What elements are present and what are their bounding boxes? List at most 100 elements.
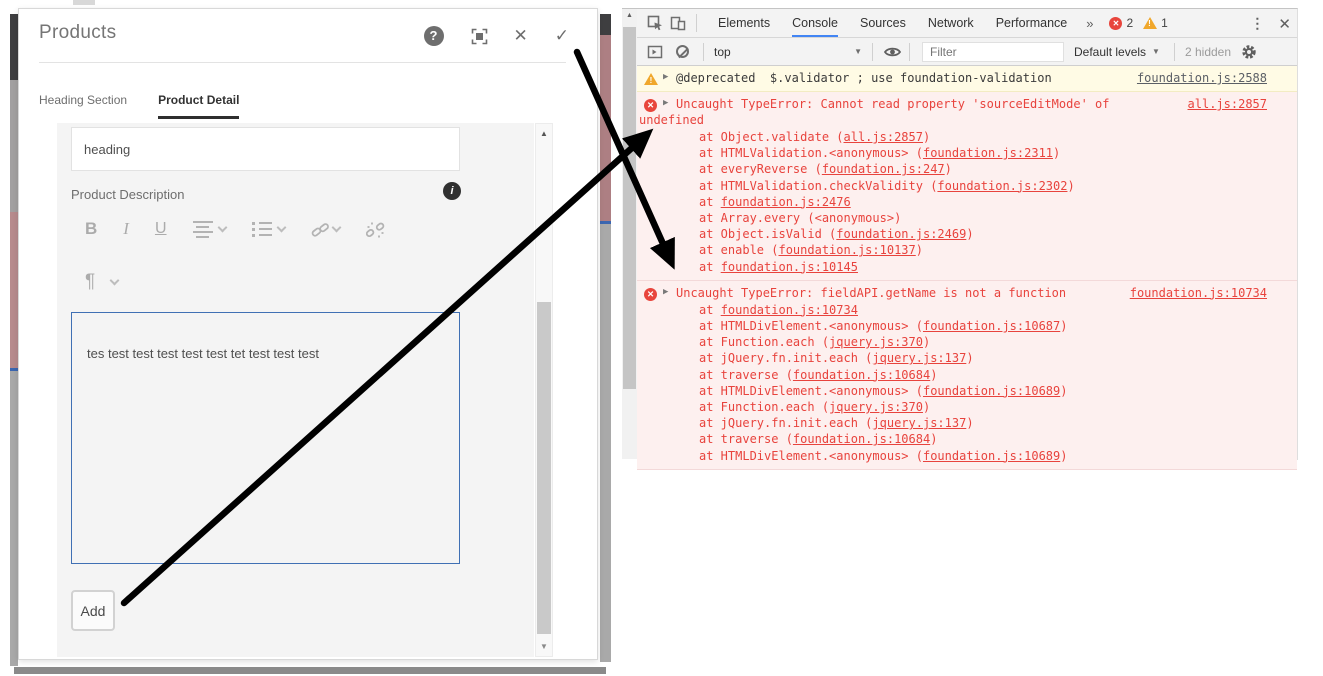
expand-triangle-icon[interactable]: ▶	[663, 98, 668, 108]
stack-source-link[interactable]: jquery.js:370	[829, 335, 923, 349]
stack-frame-text: )	[915, 243, 923, 258]
stack-source-link[interactable]: jquery.js:137	[872, 351, 966, 365]
context-value: top	[714, 44, 731, 59]
tab-elements[interactable]: Elements	[718, 9, 770, 37]
devtools-close-icon[interactable]: ✕	[1278, 15, 1291, 33]
stack-source-link[interactable]: foundation.js:10689	[923, 384, 1060, 398]
filter-input[interactable]	[922, 41, 1064, 62]
close-icon[interactable]: ✕	[514, 27, 528, 45]
stack-frame: at jQuery.fn.init.each (jquery.js:137)	[699, 415, 1147, 431]
stack-frame-text: at HTMLValidation.checkValidity (	[699, 178, 938, 193]
stack-frame: at Object.isValid (foundation.js:2469)	[699, 226, 1147, 242]
tab-heading-section[interactable]: Heading Section	[39, 93, 127, 119]
confirm-icon[interactable]: ✓	[555, 27, 569, 45]
log-levels-dropdown[interactable]: Default levels ▼	[1074, 45, 1160, 59]
devtools-menu-icon[interactable]: ⋮	[1250, 15, 1264, 32]
warning-badge-icon[interactable]: !	[1143, 17, 1158, 29]
expand-triangle-icon[interactable]: ▶	[663, 72, 668, 82]
stack-source-link[interactable]: foundation.js:10689	[923, 449, 1060, 463]
stack-source-link[interactable]: jquery.js:370	[829, 400, 923, 414]
description-editor[interactable]: tes test test test test test tet test te…	[71, 312, 460, 564]
source-link[interactable]: all.js:2857	[1188, 97, 1267, 111]
tab-sources[interactable]: Sources	[860, 9, 906, 37]
stack-source-link[interactable]: foundation.js:10684	[793, 368, 930, 382]
stack-source-link[interactable]: foundation.js:2302	[937, 179, 1067, 193]
error-count: 2	[1126, 16, 1134, 30]
underline-icon[interactable]: U	[155, 220, 167, 238]
stack-source-link[interactable]: all.js:2857	[844, 130, 923, 144]
live-expression-eye-icon[interactable]	[883, 44, 902, 60]
stack-frame-text: )	[930, 432, 938, 447]
source-link[interactable]: foundation.js:10734	[1130, 286, 1267, 300]
stack-frame-text: )	[966, 416, 974, 431]
stack-source-link[interactable]: foundation.js:10687	[923, 319, 1060, 333]
console-drawer-icon[interactable]	[647, 44, 663, 60]
source-link[interactable]: foundation.js:2588	[1137, 71, 1267, 85]
scrollbar-thumb[interactable]	[537, 302, 551, 634]
products-dialog: Products ? ✕ ✓ Heading Section Product D…	[18, 8, 598, 660]
scrollbar-thumb[interactable]	[623, 27, 636, 389]
stack-trace: at foundation.js:10734 at HTMLDivElement.…	[699, 302, 1147, 464]
stack-frame-text: at Function.each (	[699, 335, 830, 350]
scroll-down-icon[interactable]: ▼	[536, 642, 552, 651]
stack-source-link[interactable]: foundation.js:10684	[793, 432, 930, 446]
separator	[872, 42, 873, 61]
stack-frame-text: )	[922, 130, 931, 144]
warning-count: 1	[1161, 16, 1168, 30]
stack-frame: at Function.each (jquery.js:370)	[699, 334, 1147, 350]
info-icon[interactable]: i	[443, 182, 461, 200]
stack-frame: at HTMLDivElement.<anonymous> (foundatio…	[699, 383, 1147, 399]
align-dropdown[interactable]	[192, 220, 227, 238]
devtools-panel: ▲ Elements Console Sources Network Perfo…	[622, 8, 1298, 470]
stack-source-link[interactable]: jquery.js:137	[872, 416, 966, 430]
bold-icon[interactable]: B	[85, 219, 97, 239]
stack-frame-text: at Object.isValid (	[699, 227, 837, 242]
stack-frame-text: at HTMLDivElement.<anonymous> (	[699, 448, 923, 463]
error-icon: ✕	[644, 99, 657, 112]
inspect-icon[interactable]	[647, 15, 663, 31]
tab-performance[interactable]: Performance	[996, 9, 1068, 37]
console-settings-icon[interactable]	[1241, 44, 1257, 60]
console-toolbar: top ▼ Default levels ▼ 2 hidden	[637, 38, 1297, 66]
stack-frame-text: )	[944, 162, 952, 177]
stack-source-link[interactable]: foundation.js:247	[822, 162, 945, 176]
stack-frame: at HTMLDivElement.<anonymous> (foundatio…	[699, 448, 1147, 464]
paragraph-style-dropdown[interactable]: ¶	[85, 271, 120, 293]
stack-source-link[interactable]: foundation.js:10734	[721, 303, 858, 317]
italic-icon[interactable]: I	[123, 219, 129, 239]
error-badge-icon[interactable]: ✕	[1109, 16, 1123, 30]
heading-input[interactable]	[71, 127, 460, 171]
tab-network[interactable]: Network	[928, 9, 974, 37]
tab-product-detail[interactable]: Product Detail	[158, 93, 240, 119]
context-selector[interactable]: top ▼	[714, 45, 862, 59]
unlink-icon[interactable]	[365, 221, 384, 238]
scroll-up-icon[interactable]: ▲	[536, 129, 552, 138]
add-button[interactable]: Add	[71, 590, 115, 631]
stack-frame-text: at HTMLValidation.<anonymous> (	[699, 146, 923, 161]
scroll-up-icon[interactable]: ▲	[622, 12, 637, 19]
help-icon[interactable]: ?	[423, 26, 444, 46]
stack-frame: at HTMLDivElement.<anonymous> (foundatio…	[699, 318, 1147, 334]
devtools-scrollbar[interactable]: ▲	[622, 9, 637, 459]
fullscreen-icon[interactable]	[471, 28, 487, 45]
list-dropdown[interactable]	[251, 221, 286, 237]
stack-source-link[interactable]: foundation.js:2311	[923, 146, 1053, 160]
separator	[703, 42, 704, 61]
stack-frame-text: )	[1060, 448, 1068, 463]
stack-source-link[interactable]: foundation.js:10137	[778, 243, 915, 257]
more-tabs-icon[interactable]: »	[1086, 16, 1093, 31]
tab-console[interactable]: Console	[792, 9, 838, 37]
header-divider	[39, 62, 566, 63]
expand-triangle-icon[interactable]: ▶	[663, 287, 668, 297]
chevron-down-icon: ▼	[854, 47, 862, 56]
stack-source-link[interactable]: foundation.js:2476	[721, 195, 851, 209]
stack-source-link[interactable]: foundation.js:10145	[721, 260, 858, 274]
clear-console-icon[interactable]	[676, 45, 689, 58]
stack-frame-text: at enable (	[699, 243, 779, 258]
dialog-scrollbar[interactable]: ▲ ▼	[535, 123, 553, 657]
device-toolbar-icon[interactable]	[670, 15, 686, 31]
console-messages: ! ▶ @deprecated $.validator ; use foundati…	[637, 66, 1297, 470]
stack-source-link[interactable]: foundation.js:2469	[836, 227, 966, 241]
link-dropdown[interactable]	[311, 221, 341, 237]
dialog-body: Product Description i B I U	[57, 123, 534, 657]
